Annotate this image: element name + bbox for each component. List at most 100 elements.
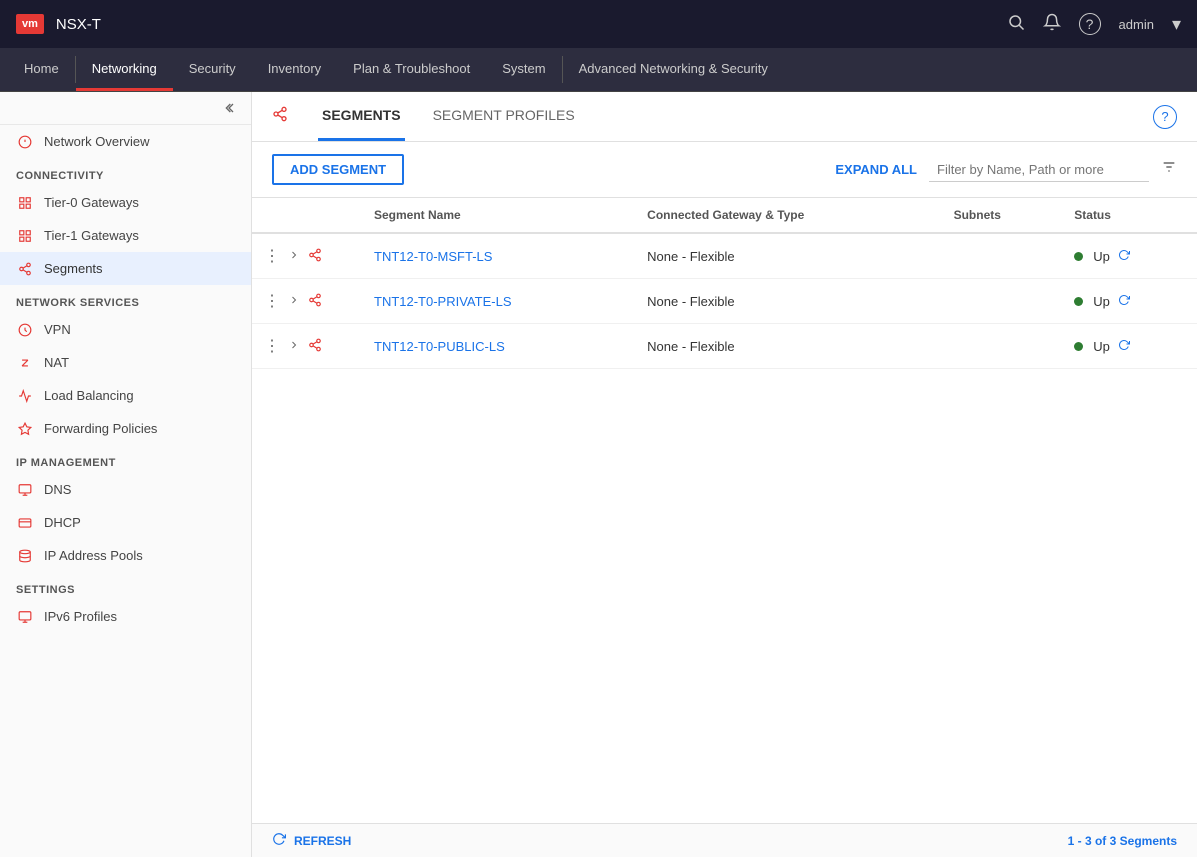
nav-inventory[interactable]: Inventory <box>252 48 337 91</box>
sidebar-section-connectivity: Connectivity <box>0 158 251 186</box>
sidebar-item-forwarding-policies-label: Forwarding Policies <box>44 421 157 436</box>
row-actions-cell: ⋮ <box>252 233 362 279</box>
layout: Network Overview Connectivity Tier-0 Gat… <box>0 92 1197 857</box>
row-subnets-cell <box>942 233 1063 279</box>
row-expand-icon[interactable] <box>288 249 300 264</box>
sidebar-item-segments[interactable]: Segments <box>0 252 251 285</box>
segment-name-link[interactable]: TNT12-T0-PRIVATE-LS <box>374 294 511 309</box>
status-refresh-icon[interactable] <box>1118 294 1130 309</box>
segment-name-link[interactable]: TNT12-T0-MSFT-LS <box>374 249 492 264</box>
row-segment-name-cell: TNT12-T0-MSFT-LS <box>362 233 635 279</box>
help-icon[interactable]: ? <box>1079 13 1101 35</box>
sidebar-item-load-balancing[interactable]: Load Balancing <box>0 379 251 412</box>
nav-security[interactable]: Security <box>173 48 252 91</box>
col-segment-name: Segment Name <box>362 198 635 233</box>
sidebar-section-ip-management: IP Management <box>0 445 251 473</box>
row-expand-icon[interactable] <box>288 294 300 309</box>
sidebar-collapse-button[interactable] <box>0 92 251 125</box>
row-segment-icon <box>308 338 322 355</box>
row-segment-name-cell: TNT12-T0-PRIVATE-LS <box>362 279 635 324</box>
sidebar-item-ip-address-pools-label: IP Address Pools <box>44 548 143 563</box>
sidebar-item-load-balancing-label: Load Balancing <box>44 388 134 403</box>
row-subnets-cell <box>942 279 1063 324</box>
row-actions-cell: ⋮ <box>252 324 362 369</box>
pagination-range: 1 - 3 <box>1068 834 1092 848</box>
nav-home[interactable]: Home <box>8 48 75 91</box>
sidebar-item-tier0-gateways[interactable]: Tier-0 Gateways <box>0 186 251 219</box>
status-dot-icon <box>1074 297 1083 306</box>
row-subnets-cell <box>942 324 1063 369</box>
user-chevron-icon[interactable]: ▾ <box>1172 14 1181 35</box>
row-status-cell: Up <box>1062 279 1197 324</box>
row-segment-name-cell: TNT12-T0-PUBLIC-LS <box>362 324 635 369</box>
user-label: admin <box>1119 17 1154 32</box>
network-overview-icon <box>16 135 34 149</box>
sidebar-item-dhcp[interactable]: DHCP <box>0 506 251 539</box>
sidebar-item-ip-address-pools[interactable]: IP Address Pools <box>0 539 251 572</box>
status-dot-icon <box>1074 342 1083 351</box>
main-content: SEGMENTS SEGMENT PROFILES ? ADD SEGMENT … <box>252 92 1197 857</box>
sidebar-item-vpn[interactable]: VPN <box>0 313 251 346</box>
table-row: ⋮ TNT12-T0-PRIVATE-LS None - Flexible Up <box>252 279 1197 324</box>
search-icon[interactable] <box>1007 13 1025 36</box>
sidebar-item-dns-label: DNS <box>44 482 71 497</box>
table-row: ⋮ TNT12-T0-MSFT-LS None - Flexible Up <box>252 233 1197 279</box>
refresh-button[interactable]: REFRESH <box>294 834 351 848</box>
filter-icon[interactable] <box>1161 159 1177 180</box>
row-actions-cell: ⋮ <box>252 279 362 324</box>
sidebar-item-dhcp-label: DHCP <box>44 515 81 530</box>
expand-all-button[interactable]: EXPAND ALL <box>835 162 917 177</box>
col-subnets: Subnets <box>942 198 1063 233</box>
status-text: Up <box>1093 294 1110 309</box>
row-segment-icon <box>308 248 322 265</box>
sidebar-item-dns[interactable]: DNS <box>0 473 251 506</box>
add-segment-button[interactable]: ADD SEGMENT <box>272 154 404 185</box>
segment-name-link[interactable]: TNT12-T0-PUBLIC-LS <box>374 339 505 354</box>
sidebar-item-ipv6-profiles-label: IPv6 Profiles <box>44 609 117 624</box>
bell-icon[interactable] <box>1043 13 1061 36</box>
tabs-bar: SEGMENTS SEGMENT PROFILES ? <box>252 92 1197 142</box>
table-header-row: Segment Name Connected Gateway & Type Su… <box>252 198 1197 233</box>
nav-networking[interactable]: Networking <box>76 48 173 91</box>
status-refresh-icon[interactable] <box>1118 339 1130 354</box>
sidebar-section-settings: Settings <box>0 572 251 600</box>
ipv6-icon <box>16 610 34 624</box>
status-text: Up <box>1093 339 1110 354</box>
sidebar-item-nat[interactable]: NAT <box>0 346 251 379</box>
filter-input[interactable] <box>929 158 1149 182</box>
sidebar-item-forwarding-policies[interactable]: Forwarding Policies <box>0 412 251 445</box>
sidebar-item-tier1-gateways[interactable]: Tier-1 Gateways <box>0 219 251 252</box>
tab-segment-profiles[interactable]: SEGMENT PROFILES <box>429 92 579 141</box>
nav-system[interactable]: System <box>486 48 561 91</box>
toolbar: ADD SEGMENT EXPAND ALL <box>252 142 1197 198</box>
segments-table: Segment Name Connected Gateway & Type Su… <box>252 198 1197 823</box>
help-button[interactable]: ? <box>1153 105 1177 129</box>
row-more-options-icon[interactable]: ⋮ <box>264 336 280 356</box>
sidebar-item-tier1-label: Tier-1 Gateways <box>44 228 139 243</box>
col-actions <box>252 198 362 233</box>
row-more-options-icon[interactable]: ⋮ <box>264 291 280 311</box>
sidebar-item-ipv6-profiles[interactable]: IPv6 Profiles <box>0 600 251 633</box>
row-connected-gateway-cell: None - Flexible <box>635 233 941 279</box>
col-connected-gateway: Connected Gateway & Type <box>635 198 941 233</box>
tier0-icon <box>16 196 34 210</box>
topbar-icons: ? admin ▾ <box>1007 13 1181 36</box>
row-expand-icon[interactable] <box>288 339 300 354</box>
app-title: NSX-T <box>56 16 995 33</box>
ip-pools-icon <box>16 549 34 563</box>
sidebar: Network Overview Connectivity Tier-0 Gat… <box>0 92 252 857</box>
app-logo: vm <box>16 14 44 34</box>
table-row: ⋮ TNT12-T0-PUBLIC-LS None - Flexible Up <box>252 324 1197 369</box>
nav-plan-troubleshoot[interactable]: Plan & Troubleshoot <box>337 48 486 91</box>
status-refresh-icon[interactable] <box>1118 249 1130 264</box>
table-footer: REFRESH 1 - 3 of 3 Segments <box>252 823 1197 857</box>
dns-icon <box>16 483 34 497</box>
row-status-cell: Up <box>1062 233 1197 279</box>
sidebar-item-network-overview[interactable]: Network Overview <box>0 125 251 158</box>
refresh-icon[interactable] <box>272 832 286 849</box>
nav-advanced-networking[interactable]: Advanced Networking & Security <box>563 48 784 91</box>
dhcp-icon <box>16 516 34 530</box>
lb-icon <box>16 389 34 403</box>
row-more-options-icon[interactable]: ⋮ <box>264 246 280 266</box>
tab-segments[interactable]: SEGMENTS <box>318 92 405 141</box>
